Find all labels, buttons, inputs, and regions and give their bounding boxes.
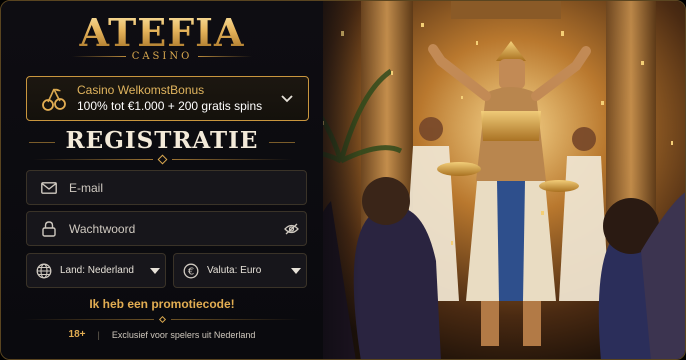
country-select[interactable]: Land: Nederland	[26, 253, 166, 288]
password-field[interactable]	[26, 211, 307, 246]
bottom-ornament	[1, 314, 323, 324]
page-title: REGISTRATIE	[65, 127, 259, 154]
svg-text:€: €	[188, 266, 194, 277]
password-input[interactable]	[69, 212, 276, 245]
currency-select[interactable]: € Valuta: Euro	[173, 253, 307, 288]
email-field[interactable]	[26, 170, 307, 205]
chevron-down-icon	[286, 267, 306, 274]
age-badge: 18+	[68, 329, 86, 340]
email-input[interactable]	[69, 171, 306, 204]
eye-off-icon[interactable]	[276, 223, 306, 235]
chevron-down-icon[interactable]	[276, 94, 298, 103]
footer-notice: Exclusief voor spelers uit Nederland	[111, 329, 256, 340]
registration-modal: ATEFIA CASINO Casino WelkomstBonus 100% …	[0, 0, 686, 360]
cherry-icon	[42, 88, 66, 111]
registration-panel: ATEFIA CASINO Casino WelkomstBonus 100% …	[1, 1, 323, 359]
currency-label: Valuta: Euro	[207, 265, 262, 276]
mail-icon	[41, 180, 57, 196]
brand-logo: ATEFIA CASINO	[1, 13, 323, 63]
country-label: Land: Nederland	[60, 265, 134, 276]
welcome-bonus-selector[interactable]: Casino WelkomstBonus 100% tot €1.000 + 2…	[26, 76, 309, 121]
lock-icon	[41, 220, 57, 237]
bonus-title: Casino WelkomstBonus	[77, 83, 205, 97]
chevron-down-icon	[145, 267, 165, 274]
brand-name: ATEFIA	[1, 13, 323, 53]
bonus-description: 100% tot €1.000 + 200 gratis spins	[77, 99, 263, 113]
promo-code-link[interactable]: Ik heb een promotiecode!	[1, 297, 323, 311]
footer: 18+ | Exclusief voor spelers uit Nederla…	[68, 329, 256, 340]
euro-icon: €	[183, 263, 199, 278]
globe-icon	[36, 263, 52, 278]
brand-subtitle: CASINO	[1, 51, 323, 62]
title-ornament	[1, 153, 323, 165]
